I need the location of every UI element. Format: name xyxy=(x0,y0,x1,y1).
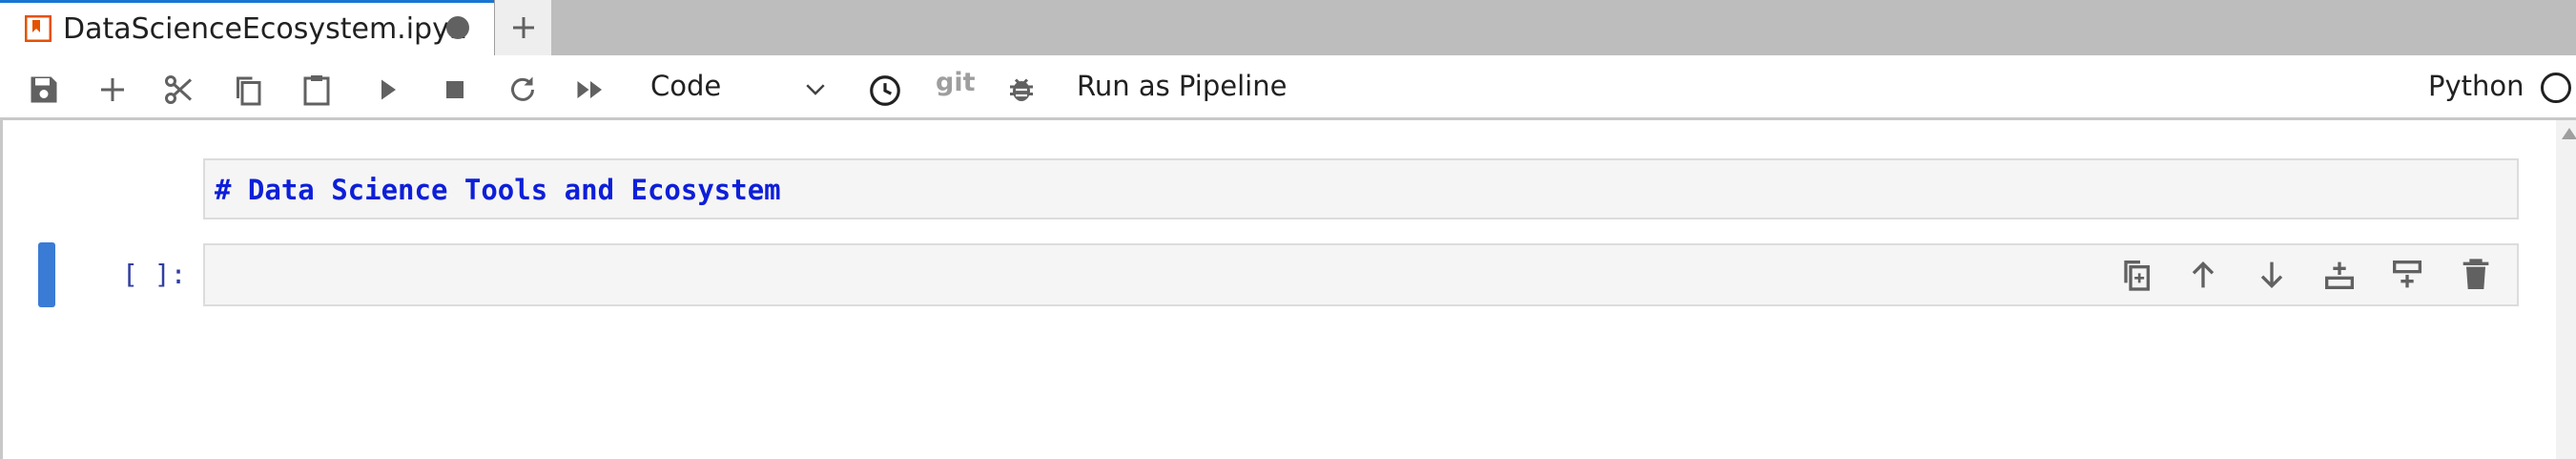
clock-icon xyxy=(870,75,900,106)
code-cell-editor[interactable] xyxy=(203,243,2519,306)
move-up-button[interactable] xyxy=(2184,256,2222,294)
add-cell-icon xyxy=(101,78,124,101)
copy-button[interactable] xyxy=(231,73,265,107)
notebook-toolbar: Code git Run as Pipeline Python xyxy=(0,55,2576,120)
copy-icon xyxy=(237,76,261,106)
save-icon xyxy=(31,76,57,103)
run-as-pipeline-button[interactable]: Run as Pipeline xyxy=(1077,69,1287,103)
restart-icon xyxy=(511,76,534,101)
notebook-panel: # Data Science Tools and Ecosystem [ ]: xyxy=(0,120,2576,459)
insert-above-icon xyxy=(2393,261,2421,288)
insert-below-icon xyxy=(2325,261,2354,289)
plus-icon xyxy=(513,17,534,38)
run-button[interactable] xyxy=(370,73,404,107)
cell-type-select[interactable]: Code xyxy=(650,69,721,103)
run-icon xyxy=(381,79,396,100)
insert-below-button[interactable] xyxy=(2320,256,2359,294)
restart-button[interactable] xyxy=(505,73,540,107)
delete-icon xyxy=(2463,259,2489,289)
vertical-scrollbar[interactable] xyxy=(2556,120,2576,459)
add-cell-button[interactable] xyxy=(95,73,130,107)
stop-icon xyxy=(446,81,464,98)
duplicate-icon xyxy=(2124,261,2150,291)
markdown-cell[interactable]: # Data Science Tools and Ecosystem xyxy=(203,158,2519,219)
move-down-icon xyxy=(2260,261,2283,289)
chevron-down-icon[interactable] xyxy=(801,74,830,107)
debugger-button[interactable] xyxy=(1004,73,1039,107)
bug-icon xyxy=(1010,78,1033,101)
delete-cell-button[interactable] xyxy=(2457,256,2495,294)
cut-icon xyxy=(165,75,193,104)
move-down-button[interactable] xyxy=(2253,256,2291,294)
git-icon[interactable]: git xyxy=(936,68,976,97)
scroll-up-icon[interactable] xyxy=(2562,128,2576,139)
active-cell-indicator[interactable] xyxy=(38,242,55,307)
clock-button[interactable] xyxy=(867,73,901,107)
notebook-tab[interactable]: DataScienceEcosystem.ipyn xyxy=(0,0,494,55)
move-up-icon xyxy=(2192,261,2215,288)
cell-prompt: [ ]: xyxy=(122,259,187,290)
panel-border xyxy=(0,120,3,459)
tab-bar: DataScienceEcosystem.ipyn xyxy=(0,0,2576,55)
save-button[interactable] xyxy=(27,73,61,107)
new-tab-button[interactable] xyxy=(494,0,551,55)
paste-icon xyxy=(303,75,330,106)
notebook-icon xyxy=(24,14,52,43)
unsaved-indicator-icon[interactable] xyxy=(446,16,469,39)
insert-above-button[interactable] xyxy=(2388,256,2426,294)
stop-button[interactable] xyxy=(438,73,472,107)
paste-button[interactable] xyxy=(299,73,334,107)
markdown-source[interactable]: # Data Science Tools and Ecosystem xyxy=(215,174,781,206)
kernel-name[interactable]: Python xyxy=(2428,69,2524,103)
run-all-icon xyxy=(577,81,602,98)
run-all-button[interactable] xyxy=(573,73,608,107)
duplicate-cell-button[interactable] xyxy=(2116,256,2154,294)
kernel-status-icon xyxy=(2541,73,2571,103)
tab-title: DataScienceEcosystem.ipyn xyxy=(63,12,467,46)
cut-button[interactable] xyxy=(162,73,196,107)
